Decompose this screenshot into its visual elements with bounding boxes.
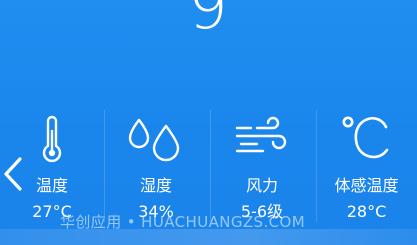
stat-label: 风力 — [245, 176, 278, 195]
weather-stats: 温度 27°C 湿度 34% 风力 5-6级 体感温度 28°C — [0, 110, 417, 228]
stat-label: 体感温度 — [334, 176, 399, 195]
watermark: 华创应用 • HUACHUANGZS.COM — [60, 213, 306, 231]
stat-label: 湿度 — [139, 176, 172, 195]
celsius-icon — [316, 110, 417, 166]
back-arrow-icon[interactable] — [0, 154, 26, 194]
wind-icon — [210, 110, 314, 166]
stat-humidity: 湿度 34% — [104, 110, 208, 228]
water-drops-icon — [104, 110, 208, 166]
stat-feels-like: 体感温度 28°C — [316, 110, 417, 228]
big-number: 9 — [188, 0, 228, 43]
stat-wind: 风力 5-6级 — [210, 110, 314, 228]
